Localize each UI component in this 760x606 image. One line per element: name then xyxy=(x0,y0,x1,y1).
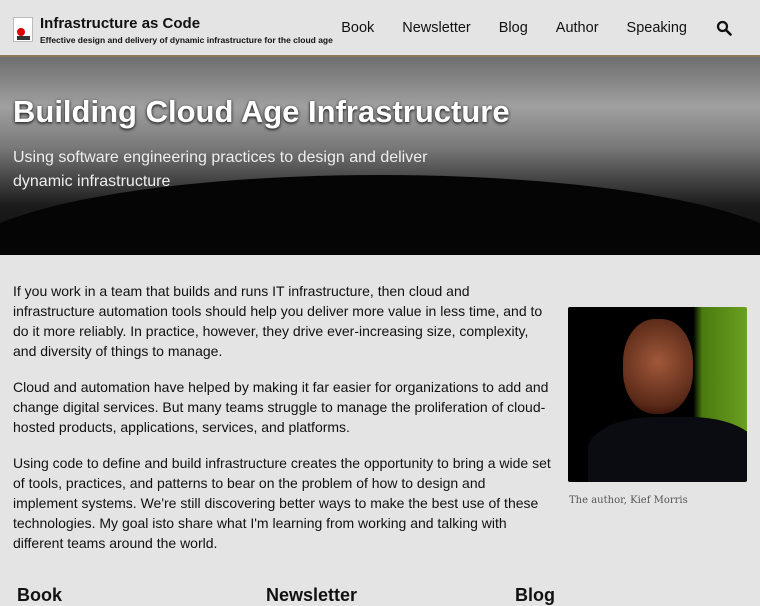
nav-newsletter[interactable]: Newsletter xyxy=(402,20,471,36)
search-icon[interactable] xyxy=(716,20,732,36)
section-heading-blog[interactable]: Blog xyxy=(515,585,555,606)
book-cover-logo[interactable] xyxy=(13,17,33,42)
intro-paragraph: If you work in a team that builds and ru… xyxy=(13,283,543,359)
intro-paragraph: Cloud and automation have helped by maki… xyxy=(13,379,549,435)
hero-subtitle: Using software engineering practices to … xyxy=(13,149,428,190)
nav-speaking[interactable]: Speaking xyxy=(627,20,687,36)
site-title[interactable]: Infrastructure as Code xyxy=(40,15,200,32)
site-tagline: Effective design and delivery of dynamic… xyxy=(40,35,333,45)
nav-book[interactable]: Book xyxy=(341,20,374,36)
intro-paragraph: Using code to define and build infrastru… xyxy=(13,455,551,551)
author-photo xyxy=(568,307,747,482)
nav-blog[interactable]: Blog xyxy=(499,20,528,36)
main-nav: Book Newsletter Blog Author Speaking xyxy=(341,20,715,36)
section-heading-newsletter[interactable]: Newsletter xyxy=(266,585,357,606)
site-header: Infrastructure as Code Effective design … xyxy=(0,0,760,57)
nav-author[interactable]: Author xyxy=(556,20,599,36)
hero-banner: Building Cloud Age Infrastructure Using … xyxy=(0,57,760,255)
hero-title: Building Cloud Age Infrastructure xyxy=(13,94,510,129)
section-heading-book[interactable]: Book xyxy=(17,585,62,606)
photo-caption: The author, Kief Morris xyxy=(569,495,688,506)
